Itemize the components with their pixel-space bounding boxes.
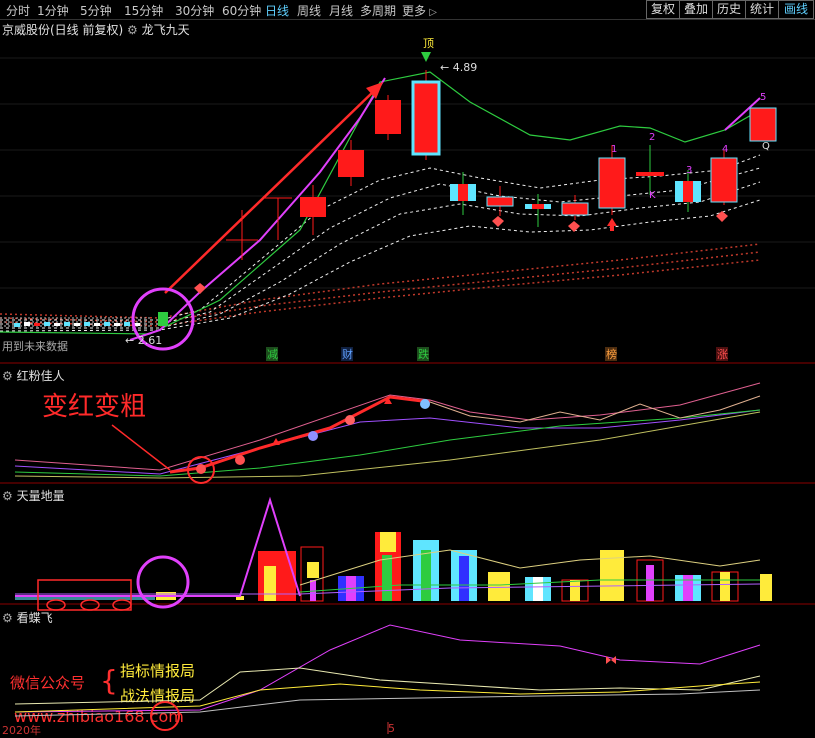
svg-text:涨: 涨 [717, 348, 728, 361]
green-candle [158, 312, 168, 326]
red-circle-panel4 [150, 701, 180, 731]
white-dotted-ma [0, 154, 761, 332]
svg-text:减: 减 [267, 348, 278, 361]
svg-text:4: 4 [722, 144, 728, 155]
red-arrow-line [164, 89, 376, 294]
letter-q: Q [762, 141, 770, 152]
svg-text:财: 财 [342, 347, 353, 361]
svg-text:3: 3 [686, 165, 692, 176]
svg-text:2: 2 [649, 132, 655, 143]
panel2-balls [196, 399, 430, 474]
butterfly-icon [606, 656, 616, 664]
down-arrow-icon [421, 52, 431, 62]
count-labels: 1 2 3 4 5 [611, 92, 766, 176]
panel2-lines [14, 382, 761, 479]
red-dotted-ma [0, 243, 761, 327]
annotation-pointer [111, 424, 171, 471]
svg-text:5: 5 [760, 92, 766, 103]
price-high-label: ← 4.89 [440, 61, 477, 74]
rising-candles [226, 70, 441, 260]
price-low-label: ← 2.61 [125, 334, 162, 347]
consolidation-candles [450, 107, 777, 227]
panel4-lines [14, 624, 761, 717]
chart-canvas: 顶 ← 4.89 ← 2.61 1 2 3 4 5 K Q 减 财 跌 榜 涨 [0, 37, 815, 734]
svg-text:1: 1 [611, 144, 617, 155]
svg-text:榜: 榜 [606, 347, 617, 361]
svg-text:跌: 跌 [418, 347, 429, 361]
top-marker-text: 顶 [423, 37, 434, 50]
up-arrow-icons [607, 218, 617, 231]
red-ovals-panel3 [46, 599, 132, 611]
letter-k: K [649, 190, 656, 201]
bottom-signals: 减 财 跌 榜 涨 [266, 347, 728, 361]
